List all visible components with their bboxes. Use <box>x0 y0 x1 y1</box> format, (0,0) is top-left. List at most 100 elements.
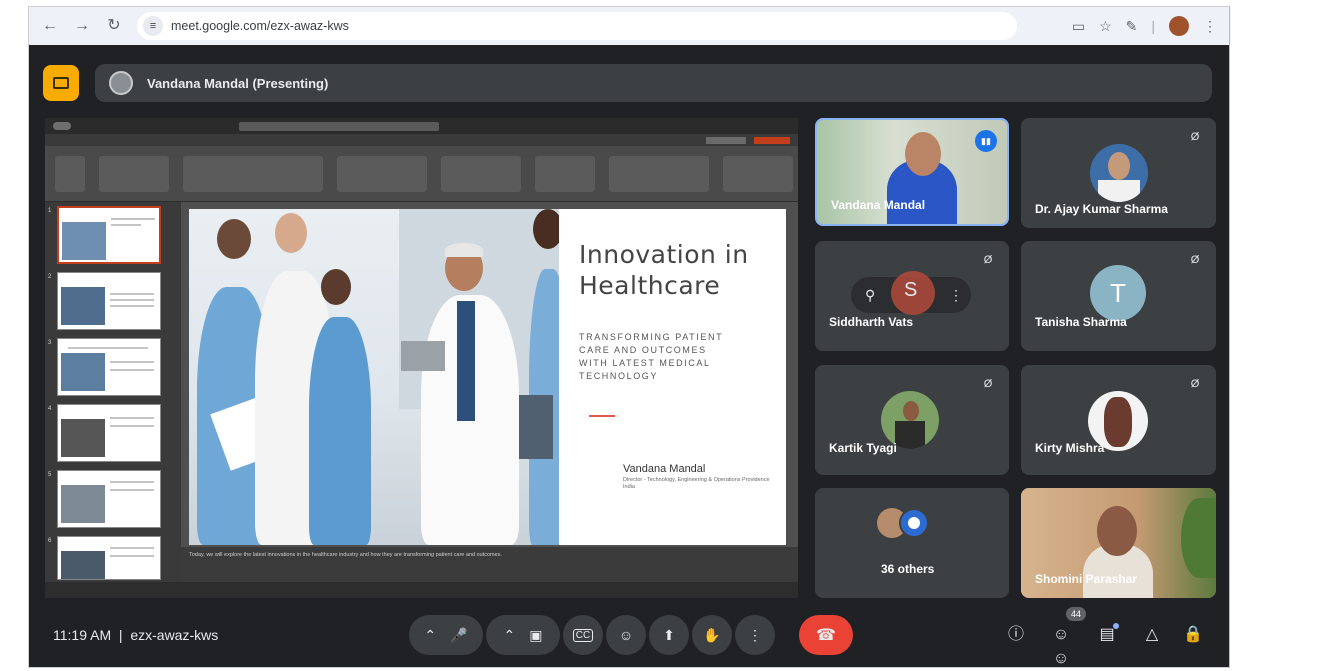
mic-off-icon: Ø <box>1190 254 1200 266</box>
call-end-icon[interactable]: ☎ <box>816 625 836 645</box>
ppt-search <box>239 121 439 131</box>
participant-name: Shomini Parashar <box>1035 572 1138 586</box>
leave-call-button[interactable]: ☎ <box>799 615 853 655</box>
ppt-titlebar <box>45 118 798 134</box>
autosave-toggle <box>53 122 71 130</box>
address-bar[interactable]: ≡ meet.google.com/ezx-awaz-kws <box>137 12 1017 40</box>
pin-icon[interactable]: ⚲ <box>865 287 875 304</box>
mic-off-icon: Ø <box>983 254 993 266</box>
captions-button[interactable]: CC <box>563 615 603 655</box>
site-info-icon[interactable]: ≡ <box>143 16 163 36</box>
raise-hand-button[interactable]: ✋ <box>692 615 732 655</box>
slide-subtitle-line: CARE AND OUTCOMES <box>579 345 707 355</box>
host-controls-icon[interactable]: 🔒 <box>1181 623 1205 647</box>
slide-subtitle: TRANSFORMING PATIENT CARE AND OUTCOMES W… <box>579 331 779 383</box>
figure-head <box>533 209 559 249</box>
ribbon-group <box>183 155 323 192</box>
chevron-up-icon[interactable]: ⌃ <box>504 627 516 644</box>
participant-tile[interactable]: Shomini Parashar <box>1021 488 1216 598</box>
participant-name: Kirty Mishra <box>1035 441 1105 455</box>
participant-name: Dr. Ajay Kumar Sharma <box>1035 202 1168 216</box>
thumb-number: 6 <box>48 538 52 544</box>
participant-tile[interactable]: T Ø Tanisha Sharma <box>1021 241 1216 351</box>
speaker-notes: Today, we will explore the latest innova… <box>181 547 798 582</box>
video-off-icon[interactable]: ▣ <box>529 627 542 644</box>
emoji-icon[interactable]: ☺ <box>619 627 633 643</box>
activities-icon[interactable]: △ <box>1140 623 1164 647</box>
mic-control[interactable]: ⌃ 🎤 <box>409 615 483 655</box>
more-vert-icon[interactable]: ⋮ <box>949 287 963 304</box>
info-icon[interactable]: ⓘ <box>1004 623 1028 647</box>
participant-name: Vandana Mandal <box>831 198 926 212</box>
ribbon-group <box>535 155 595 192</box>
ribbon-group <box>337 155 427 192</box>
current-slide: Innovation in Healthcare TRANSFORMING PA… <box>189 209 786 545</box>
figure-head <box>321 269 351 305</box>
slide-title-line: Healthcare <box>579 271 721 300</box>
captions-icon[interactable]: CC <box>572 628 594 642</box>
menu-icon[interactable]: ⋮ <box>1203 18 1217 35</box>
slide-thumbnail <box>57 536 161 580</box>
participant-tile[interactable]: ⚲ S ⋮ Ø Siddharth Vats <box>815 241 1009 351</box>
figure-head <box>275 213 307 253</box>
browser-window: ← → ↻ ≡ meet.google.com/ezx-awaz-kws ▭ ☆… <box>28 6 1231 668</box>
mic-off-icon: Ø <box>1190 131 1200 143</box>
mic-icon[interactable]: 🎤 <box>450 627 467 644</box>
participant-avatar <box>899 508 929 538</box>
thumb-number: 1 <box>48 208 52 214</box>
slide-thumbnails: 1 2 3 4 5 6 <box>45 202 181 582</box>
arrow-left-icon[interactable]: ← <box>39 15 61 37</box>
slide-subtitle-line: TRANSFORMING PATIENT <box>579 332 724 342</box>
more-vert-icon[interactable]: ⋮ <box>748 627 762 644</box>
presenting-banner: Vandana Mandal (Presenting) <box>95 64 1212 102</box>
divider: | <box>1151 18 1155 34</box>
people-icon[interactable]: ☺☺ <box>1049 623 1073 667</box>
url-text[interactable]: meet.google.com/ezx-awaz-kws <box>171 19 349 33</box>
shared-screen: 1 2 3 4 5 6 Innovation in Healthcare TRA… <box>45 118 798 598</box>
participant-name: Siddharth Vats <box>829 315 914 329</box>
profile-avatar[interactable] <box>1169 16 1189 36</box>
reload-icon[interactable]: ↻ <box>103 15 125 37</box>
participant-tile[interactable]: ▮▮ Vandana Mandal <box>815 118 1009 226</box>
reactions-button[interactable]: ☺ <box>606 615 646 655</box>
camera-icon[interactable]: ▭ <box>1072 18 1085 35</box>
hand-icon[interactable]: ✋ <box>703 627 720 644</box>
accent-bar <box>589 415 615 417</box>
ribbon-group <box>441 155 521 192</box>
participant-name: Kartik Tyagi <box>829 441 897 455</box>
arrow-right-icon[interactable]: → <box>71 15 93 37</box>
star-icon[interactable]: ☆ <box>1099 18 1112 35</box>
ribbon-group <box>55 155 85 192</box>
slide-thumbnail <box>57 338 161 396</box>
participant-name: Tanisha Sharma <box>1035 315 1127 329</box>
slide-thumbnail <box>57 206 161 264</box>
participant-tile[interactable]: Ø Kirty Mishra <box>1021 365 1216 475</box>
page-border <box>1229 6 1230 668</box>
thumb-number: 4 <box>48 406 52 412</box>
chevron-up-icon[interactable]: ⌃ <box>424 627 436 644</box>
doctors-photo <box>189 209 559 545</box>
participant-tile[interactable]: 36 others <box>815 488 1009 598</box>
more-options-button[interactable]: ⋮ <box>735 615 775 655</box>
slide-text-block: Innovation in Healthcare TRANSFORMING PA… <box>579 239 779 383</box>
participant-count-badge: 44 <box>1066 607 1086 621</box>
others-count: 36 others <box>881 562 935 576</box>
slide-title-line: Innovation in <box>579 240 749 269</box>
participant-tile[interactable]: Ø Dr. Ajay Kumar Sharma <box>1021 118 1216 228</box>
participant-face <box>1097 506 1137 556</box>
ppt-menu-bar <box>45 134 798 146</box>
ppt-ribbon <box>45 146 798 202</box>
present-icon[interactable]: ⬆ <box>663 627 675 644</box>
participant-tile[interactable]: Ø Kartik Tyagi <box>815 365 1009 475</box>
ppt-present-button <box>706 136 746 144</box>
speaking-icon: ▮▮ <box>975 130 997 152</box>
thumb-number: 5 <box>48 472 52 478</box>
camera-control[interactable]: ⌃ ▣ <box>486 615 560 655</box>
extensions-icon[interactable]: ✎ <box>1126 18 1138 35</box>
presenter-avatar <box>109 71 133 95</box>
present-button[interactable]: ⬆ <box>649 615 689 655</box>
ribbon-group <box>723 155 793 192</box>
slide-thumbnail <box>57 404 161 462</box>
slide-presenter-name: Vandana Mandal <box>623 463 706 475</box>
presentation-icon[interactable] <box>43 65 79 101</box>
